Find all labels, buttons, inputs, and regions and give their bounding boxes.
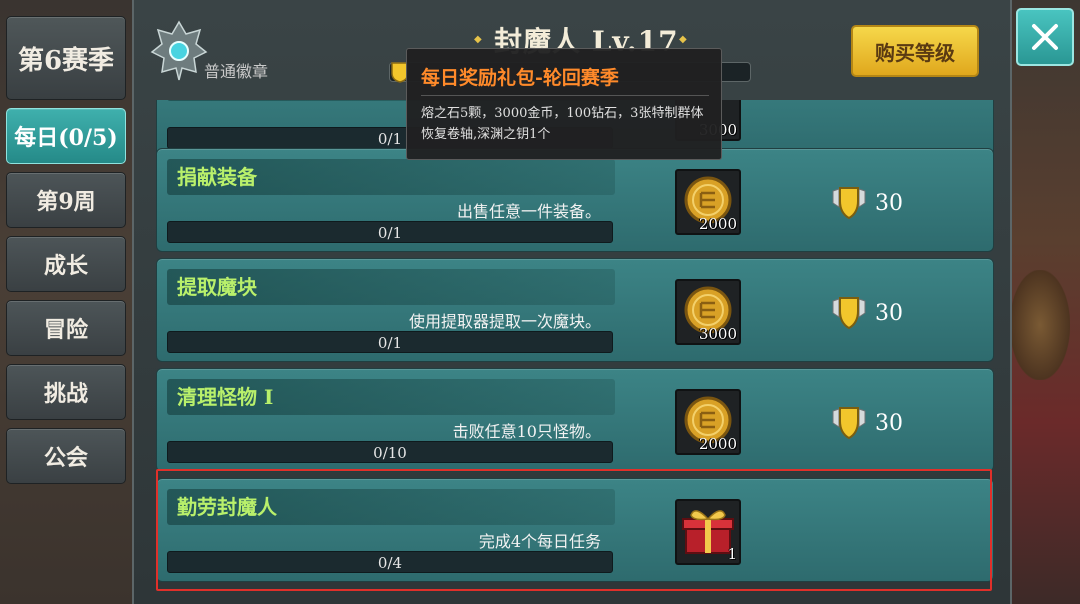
task-card: 捐献装备 出售任意一件装备。 0/1 2000 30 [156, 148, 994, 252]
tab-daily[interactable]: 每日(0/5) [6, 108, 126, 164]
reward-slot[interactable]: 1 [675, 499, 741, 565]
task-title: 提取魔块 [177, 275, 257, 299]
tab-week[interactable]: 第9周 [6, 172, 126, 228]
task-progress-text: 0/1 [377, 224, 403, 242]
rank-points-icon [832, 407, 866, 440]
task-description: 完成4个每日任务 [478, 532, 601, 551]
task-progress-text: 0/1 [377, 334, 403, 352]
task-card: 勤劳封魔人 完成4个每日任务 0/4 1 [156, 478, 994, 582]
points-value: 30 [875, 410, 903, 436]
reward-slot[interactable]: 3000 [675, 279, 741, 345]
badge-emblem-icon [150, 20, 208, 81]
task-progress-text: 0/4 [377, 554, 403, 572]
task-description: 使用提取器提取一次魔块。 [408, 312, 601, 331]
task-points: 30 [829, 405, 903, 441]
reward-count: 2000 [698, 215, 737, 233]
reward-count: 3000 [698, 325, 737, 343]
buy-level-button[interactable]: 购买等级 [851, 25, 979, 77]
task-card: 清理怪物 I 击败任意10只怪物。 0/10 2000 30 [156, 368, 994, 472]
title-deco-left-icon: ◆ [474, 34, 482, 45]
tab-adventure[interactable]: 冒险 [6, 300, 126, 356]
reward-count: 1 [727, 545, 737, 563]
tab-challenge[interactable]: 挑战 [6, 364, 126, 420]
task-title: 勤劳封魔人 [177, 495, 277, 519]
task-points: 30 [829, 295, 903, 331]
tab-growth[interactable]: 成长 [6, 236, 126, 292]
background-right [1000, 0, 1080, 604]
task-title: 捐献装备 [177, 165, 257, 189]
task-description: 出售任意一件装备。 [456, 202, 601, 221]
tooltip-body: 熔之石5颗，3000金币，100钻石，3张特制群体恢复卷轴,深渊之钥1个 [421, 106, 704, 142]
task-points: 30 [829, 185, 903, 221]
task-progress-bar: 0/1 [167, 331, 613, 353]
reward-slot[interactable]: 2000 [675, 389, 741, 455]
task-description: 击败任意10只怪物。 [452, 422, 601, 441]
rank-points-icon [832, 297, 866, 330]
badge-label: 普通徽章 [204, 62, 269, 81]
task-progress-bar: 0/10 [167, 441, 613, 463]
title-deco-right-icon: ◆ [679, 34, 687, 45]
task-card: 提取魔块 使用提取器提取一次魔块。 0/1 3000 30 [156, 258, 994, 362]
reward-slot[interactable]: 2000 [675, 169, 741, 235]
points-value: 30 [875, 190, 903, 216]
task-list: 0/1 3000 捐献装备 出售任意一件装备。 0/1 2000 [146, 100, 998, 604]
tooltip-title: 每日奖励礼包-轮回赛季 [421, 67, 619, 89]
task-progress-bar: 0/4 [167, 551, 613, 573]
rank-points-icon [832, 187, 866, 220]
task-title: 清理怪物 I [177, 385, 274, 409]
tooltip-divider [421, 95, 709, 96]
close-button[interactable] [1016, 8, 1074, 66]
task-progress-bar: 0/1 [167, 221, 613, 243]
points-value: 30 [875, 300, 903, 326]
season-label: 第6赛季 [6, 16, 126, 100]
reward-tooltip: 每日奖励礼包-轮回赛季 熔之石5颗，3000金币，100钻石，3张特制群体恢复卷… [406, 48, 722, 160]
reward-count: 2000 [698, 435, 737, 453]
close-icon [1032, 24, 1058, 50]
task-progress-text: 0/10 [373, 444, 407, 462]
tab-guild[interactable]: 公会 [6, 428, 126, 484]
